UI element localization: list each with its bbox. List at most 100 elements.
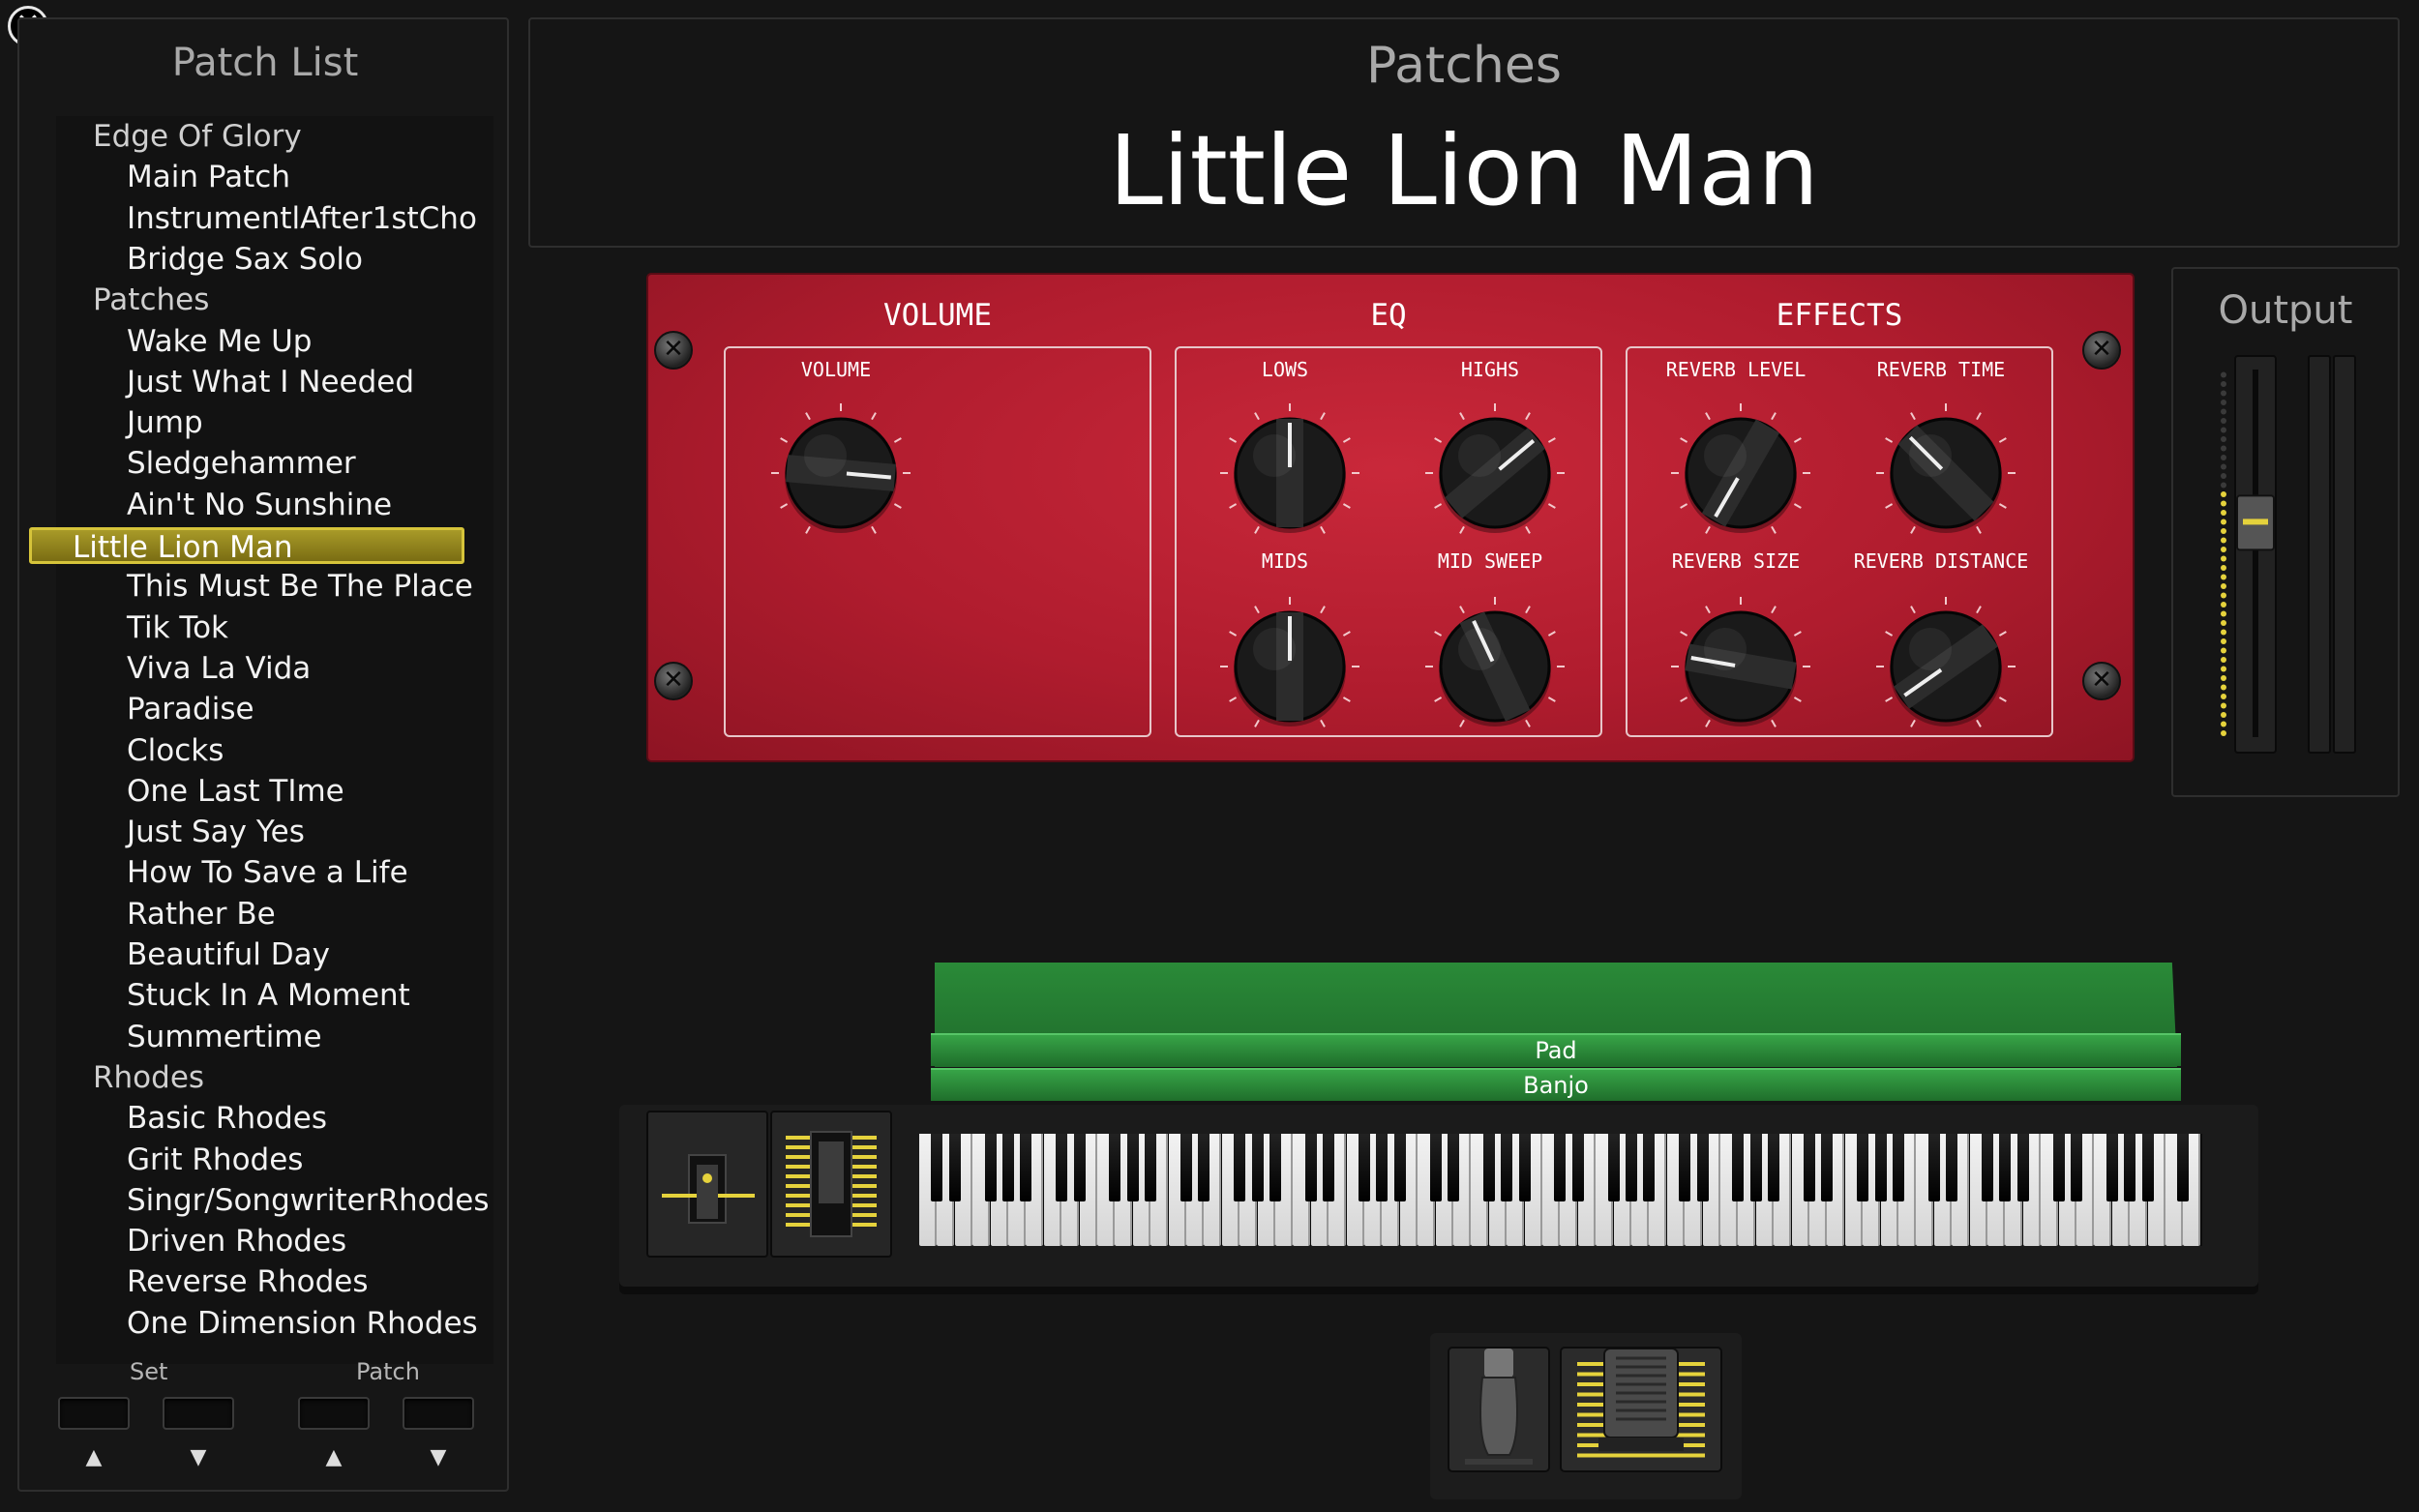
- black-key[interactable]: [1571, 1134, 1584, 1201]
- black-key[interactable]: [2071, 1134, 2082, 1201]
- black-key[interactable]: [1198, 1134, 1210, 1201]
- black-key[interactable]: [1893, 1134, 1904, 1201]
- black-key[interactable]: [1696, 1134, 1709, 1201]
- set-down-arrow-icon[interactable]: ▼: [163, 1445, 234, 1469]
- black-key[interactable]: [1749, 1134, 1762, 1201]
- patch-list-item[interactable]: Beautiful Day: [56, 934, 552, 975]
- black-key[interactable]: [2141, 1134, 2154, 1201]
- black-key[interactable]: [1999, 1134, 2012, 1201]
- black-key[interactable]: [1145, 1134, 1157, 1201]
- mod-wheel[interactable]: [770, 1111, 892, 1258]
- black-key[interactable]: [1234, 1134, 1246, 1201]
- black-key[interactable]: [1056, 1134, 1068, 1201]
- patch-group-header[interactable]: Edge Of Glory: [56, 116, 519, 157]
- black-key[interactable]: [1804, 1134, 1815, 1201]
- patch-list-item[interactable]: This Must Be The Place: [56, 566, 552, 607]
- patch-list-item[interactable]: Stuck In A Moment: [56, 975, 552, 1016]
- black-key[interactable]: [1554, 1134, 1567, 1201]
- patch-list-item[interactable]: Sledgehammer: [56, 443, 552, 484]
- black-key[interactable]: [1448, 1134, 1459, 1201]
- patch-list-item[interactable]: Reverse Rhodes: [56, 1261, 552, 1302]
- black-key[interactable]: [1251, 1134, 1264, 1201]
- black-key[interactable]: [984, 1134, 997, 1201]
- black-key[interactable]: [1323, 1134, 1335, 1201]
- black-key[interactable]: [1304, 1134, 1317, 1201]
- patch-list-item[interactable]: Driven Rhodes: [56, 1221, 552, 1261]
- set-prev-button[interactable]: [58, 1397, 130, 1430]
- patch-group-header[interactable]: Patches: [56, 280, 519, 320]
- patch-list-item[interactable]: Just What I Needed: [56, 362, 552, 402]
- patch-list-item-selected[interactable]: Little Lion Man: [29, 527, 464, 565]
- layer-banjo[interactable]: Banjo: [931, 1068, 2181, 1101]
- black-key[interactable]: [1768, 1134, 1780, 1201]
- pitch-bend-wheel[interactable]: [646, 1111, 768, 1258]
- patch-list-item[interactable]: Tik Tok: [56, 608, 552, 648]
- patch-up-arrow-icon[interactable]: ▲: [298, 1445, 370, 1469]
- black-key[interactable]: [1376, 1134, 1389, 1201]
- patch-list[interactable]: Edge Of Glory Main Patch InstrumentlAfter1…: [29, 116, 493, 1364]
- black-key[interactable]: [1679, 1134, 1691, 1201]
- black-key[interactable]: [1073, 1134, 1086, 1201]
- black-key[interactable]: [2105, 1134, 2118, 1201]
- lows-knob[interactable]: [1217, 400, 1362, 549]
- black-key[interactable]: [1927, 1134, 1940, 1201]
- mid-sweep-knob[interactable]: [1422, 594, 1568, 743]
- black-key[interactable]: [1002, 1134, 1014, 1201]
- patch-list-item[interactable]: Bridge Sax Solo: [56, 239, 552, 280]
- reverb-size-knob[interactable]: [1668, 594, 1813, 743]
- patch-list-item[interactable]: Summertime: [56, 1017, 552, 1057]
- black-key[interactable]: [1626, 1134, 1637, 1201]
- patch-next-button[interactable]: [403, 1397, 474, 1430]
- reverb-time-knob[interactable]: [1873, 400, 2018, 549]
- black-key[interactable]: [948, 1134, 961, 1201]
- piano-keys[interactable]: [919, 1134, 2202, 1246]
- black-key[interactable]: [1501, 1134, 1513, 1201]
- reverb-level-knob[interactable]: [1668, 400, 1813, 549]
- patch-list-item[interactable]: One Last TIme: [56, 771, 552, 812]
- layer-pad[interactable]: Pad: [931, 1033, 2181, 1066]
- reverb-distance-knob[interactable]: [1873, 594, 2018, 743]
- black-key[interactable]: [1982, 1134, 1993, 1201]
- patch-list-item[interactable]: One Dimension Rhodes: [56, 1303, 552, 1344]
- black-key[interactable]: [1607, 1134, 1620, 1201]
- volume-knob[interactable]: [768, 400, 913, 549]
- patch-list-item[interactable]: InstrumentlAfter1stCho: [56, 198, 552, 239]
- patch-list-item[interactable]: Grit Rhodes: [56, 1140, 552, 1180]
- mids-knob[interactable]: [1217, 594, 1362, 743]
- patch-list-item[interactable]: Paradise: [56, 689, 552, 729]
- patch-list-item[interactable]: Clocks: [56, 730, 552, 771]
- black-key[interactable]: [1482, 1134, 1495, 1201]
- black-key[interactable]: [1518, 1134, 1531, 1201]
- patch-list-item[interactable]: Rather Be: [56, 894, 552, 934]
- patch-list-item[interactable]: Just Say Yes: [56, 812, 552, 852]
- black-key[interactable]: [1429, 1134, 1442, 1201]
- black-key[interactable]: [1269, 1134, 1281, 1201]
- black-key[interactable]: [1732, 1134, 1745, 1201]
- black-key[interactable]: [1109, 1134, 1121, 1201]
- black-key[interactable]: [2177, 1134, 2190, 1201]
- black-key[interactable]: [1393, 1134, 1406, 1201]
- black-key[interactable]: [1946, 1134, 1958, 1201]
- expression-pedal[interactable]: [1560, 1347, 1722, 1472]
- patch-list-item[interactable]: Ain't No Sunshine: [56, 485, 552, 525]
- black-key[interactable]: [1874, 1134, 1887, 1201]
- black-key[interactable]: [1821, 1134, 1834, 1201]
- highs-knob[interactable]: [1422, 400, 1568, 549]
- black-key[interactable]: [1126, 1134, 1139, 1201]
- sustain-pedal[interactable]: [1448, 1347, 1550, 1472]
- patch-list-item[interactable]: Main Patch: [56, 157, 552, 197]
- patch-list-item[interactable]: Basic Rhodes: [56, 1098, 552, 1139]
- set-next-button[interactable]: [163, 1397, 234, 1430]
- patch-list-item[interactable]: Wake Me Up: [56, 321, 552, 362]
- patch-list-item[interactable]: Jump: [56, 402, 552, 443]
- black-key[interactable]: [2124, 1134, 2136, 1201]
- set-up-arrow-icon[interactable]: ▲: [58, 1445, 130, 1469]
- black-key[interactable]: [1643, 1134, 1656, 1201]
- patch-list-item[interactable]: Viva La Vida: [56, 648, 552, 689]
- patch-list-item[interactable]: Singr/SongwriterRhodes: [56, 1180, 552, 1221]
- black-key[interactable]: [1857, 1134, 1869, 1201]
- black-key[interactable]: [1180, 1134, 1192, 1201]
- black-key[interactable]: [1359, 1134, 1370, 1201]
- patch-prev-button[interactable]: [298, 1397, 370, 1430]
- patch-down-arrow-icon[interactable]: ▼: [403, 1445, 474, 1469]
